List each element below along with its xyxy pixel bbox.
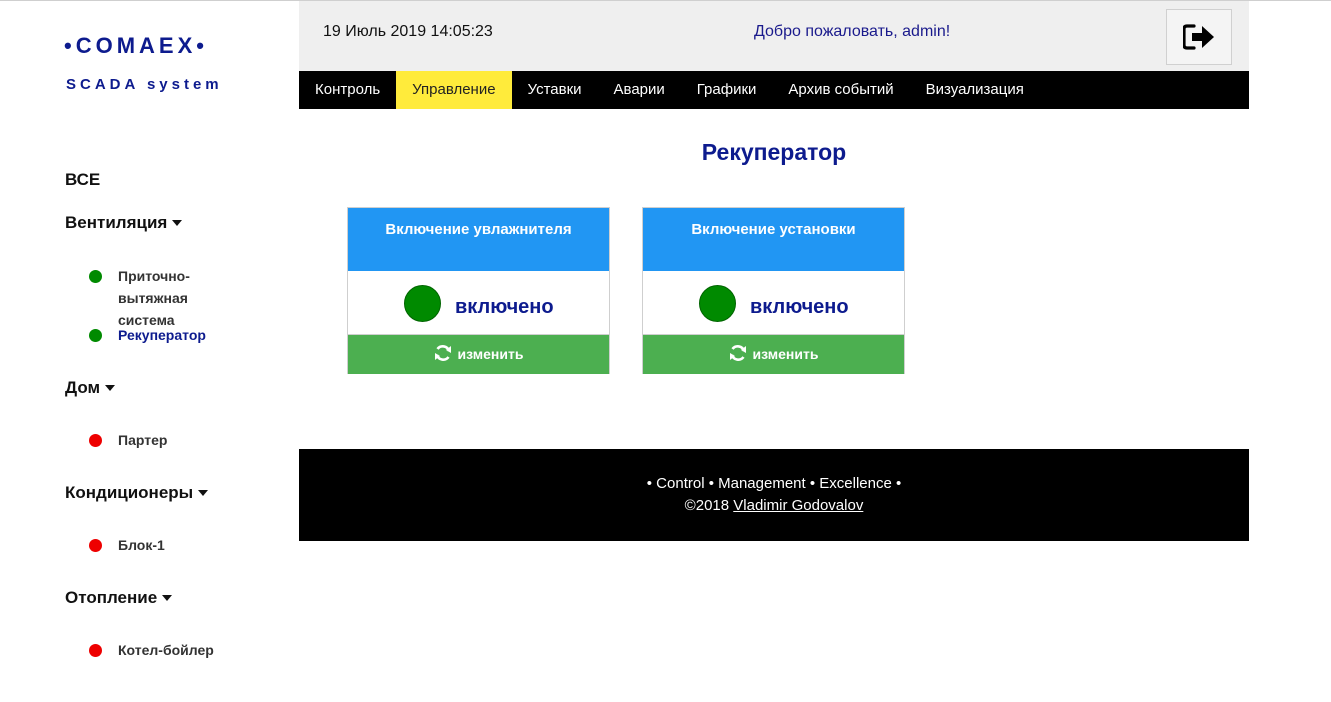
sidebar-item-label: Рекуператор xyxy=(118,327,206,343)
logout-button[interactable] xyxy=(1166,9,1232,65)
sidebar-group-house[interactable]: Дом xyxy=(65,378,116,398)
caret-down-icon xyxy=(172,219,183,226)
status-text: включено xyxy=(455,296,554,318)
page-title: Рекуператор xyxy=(701,139,847,165)
sidebar-item-boiler[interactable]: Котел-бойлер xyxy=(89,639,214,661)
status-indicator xyxy=(404,285,441,322)
sidebar-group-conditioners[interactable]: Кондиционеры xyxy=(65,483,209,503)
sidebar-item-label: Партер xyxy=(118,432,168,448)
change-button[interactable]: изменить xyxy=(643,335,904,374)
tab-control[interactable]: Контроль xyxy=(299,71,396,109)
sidebar-item-supply-exhaust[interactable]: Приточно-вытяжная система xyxy=(89,265,239,331)
welcome-message: Добро пожаловать, admin! xyxy=(754,23,951,40)
sidebar-item-label: Котел-бойлер xyxy=(118,642,214,658)
sidebar-item-label: Блок-1 xyxy=(118,537,165,553)
tab-setpoints[interactable]: Уставки xyxy=(512,71,598,109)
status-indicator xyxy=(699,285,736,322)
logo: •COMAEX• xyxy=(64,33,208,58)
author-link[interactable]: Vladimir Godovalov xyxy=(733,497,863,514)
tab-charts[interactable]: Графики xyxy=(681,71,773,109)
datetime: 19 Июль 2019 14:05:23 xyxy=(323,23,493,40)
header: 19 Июль 2019 14:05:23 Добро пожаловать, … xyxy=(299,1,1249,71)
sidebar-group-label: Вентиляция xyxy=(65,213,168,232)
card-status: включено xyxy=(643,271,904,335)
status-dot xyxy=(89,644,102,657)
refresh-icon xyxy=(434,345,451,362)
sidebar-item-block-1[interactable]: Блок-1 xyxy=(89,534,165,556)
footer: • Control • Management • Excellence • ©2… xyxy=(299,449,1249,541)
sidebar-item-label: Приточно-вытяжная система xyxy=(118,268,190,328)
main-nav: Контроль Управление Уставки Аварии Графи… xyxy=(299,71,1249,109)
sidebar-item-recuperator[interactable]: Рекуператор xyxy=(89,324,206,346)
sidebar: •COMAEX• SCADA system ВСЕ Вентиляция При… xyxy=(0,1,299,702)
sidebar-item-parter[interactable]: Партер xyxy=(89,429,167,451)
status-dot xyxy=(89,539,102,552)
card-status: включено xyxy=(348,271,609,335)
change-button[interactable]: изменить xyxy=(348,335,609,374)
tab-alarms[interactable]: Аварии xyxy=(598,71,681,109)
control-card-unit: Включение установки включено изменить xyxy=(642,207,905,374)
card-title: Включение увлажнителя xyxy=(348,208,609,271)
sidebar-group-heating[interactable]: Отопление xyxy=(65,588,173,608)
copyright: ©2018 xyxy=(684,497,730,514)
control-card-humidifier: Включение увлажнителя включено изменить xyxy=(347,207,610,374)
sidebar-all-label: ВСЕ xyxy=(65,170,101,189)
status-dot xyxy=(89,270,102,283)
sidebar-group-label: Кондиционеры xyxy=(65,483,194,502)
footer-tagline: • Control • Management • Excellence • xyxy=(646,475,902,492)
sidebar-group-label: Отопление xyxy=(65,588,158,607)
tab-visualization[interactable]: Визуализация xyxy=(910,71,1040,109)
sidebar-group-ventilation[interactable]: Вентиляция xyxy=(65,213,183,233)
refresh-icon xyxy=(729,345,746,362)
caret-down-icon xyxy=(198,489,209,496)
sign-out-icon xyxy=(1183,24,1214,50)
tab-event-archive[interactable]: Архив событий xyxy=(772,71,909,109)
status-dot xyxy=(89,329,102,342)
status-text: включено xyxy=(750,296,849,318)
sidebar-all[interactable]: ВСЕ xyxy=(65,170,100,190)
change-button-label: изменить xyxy=(457,346,524,362)
tab-management[interactable]: Управление xyxy=(396,71,512,109)
card-title: Включение установки xyxy=(643,208,904,271)
change-button-label: изменить xyxy=(752,346,819,362)
logo-subtitle: SCADA system xyxy=(66,76,223,93)
caret-down-icon xyxy=(162,594,173,601)
footer-copyright-line: ©2018 Vladimir Godovalov xyxy=(299,497,1249,514)
caret-down-icon xyxy=(105,384,116,391)
status-dot xyxy=(89,434,102,447)
sidebar-group-label: Дом xyxy=(65,378,101,397)
